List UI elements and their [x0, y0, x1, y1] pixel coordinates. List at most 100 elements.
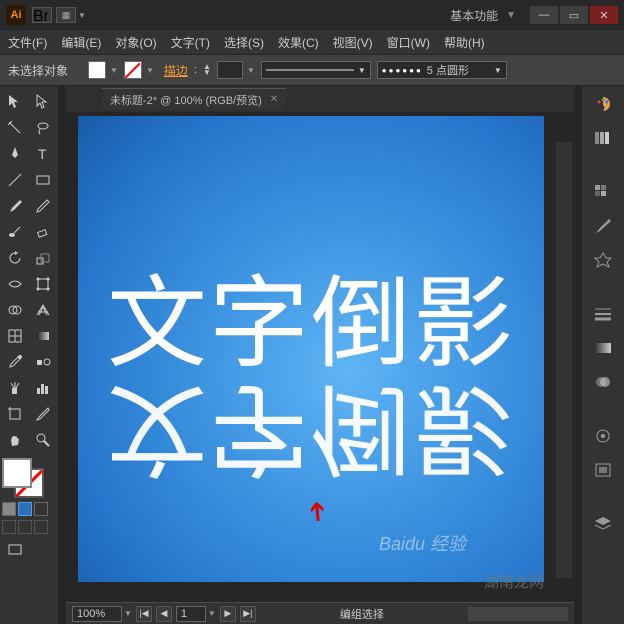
watermark-site: 湖南龙网 [484, 571, 544, 592]
menu-edit[interactable]: 编辑(E) [61, 34, 101, 51]
status-mode: 编组选择 [260, 606, 464, 622]
symbol-sprayer-tool[interactable] [2, 376, 28, 400]
fill-swatch[interactable] [88, 61, 106, 79]
fill-color[interactable] [2, 458, 32, 488]
none-color-mode[interactable] [34, 502, 48, 516]
line-tool[interactable] [2, 168, 28, 192]
symbols-panel-icon[interactable] [589, 248, 617, 272]
close-icon[interactable]: ✕ [270, 94, 278, 105]
artboard-tool[interactable] [2, 402, 28, 426]
brushes-panel-icon[interactable] [589, 214, 617, 238]
color-guide-panel-icon[interactable] [589, 126, 617, 150]
fill-stroke-picker[interactable] [2, 458, 48, 498]
direct-selection-tool[interactable] [30, 90, 56, 114]
gradient-color-mode[interactable] [18, 502, 32, 516]
eraser-tool[interactable] [30, 220, 56, 244]
chevron-down-icon[interactable]: ▼ [124, 609, 132, 618]
last-artboard-button[interactable]: ▶| [240, 606, 256, 622]
maximize-button[interactable]: ▭ [560, 6, 588, 24]
menu-help[interactable]: 帮助(H) [444, 34, 485, 51]
minimize-button[interactable]: — [530, 6, 558, 24]
stroke-weight-input[interactable] [217, 61, 243, 79]
draw-inside[interactable] [34, 520, 48, 534]
menu-object[interactable]: 对象(O) [115, 34, 156, 51]
menu-select[interactable]: 选择(S) [224, 34, 264, 51]
stroke-panel-icon[interactable] [589, 302, 617, 326]
stroke-label[interactable]: 描边 [164, 62, 188, 79]
draw-normal[interactable] [2, 520, 16, 534]
width-tool[interactable] [2, 272, 28, 296]
text-object-main[interactable]: 文字倒影 [78, 274, 544, 374]
menu-window[interactable]: 窗口(W) [387, 34, 430, 51]
normal-color-mode[interactable] [2, 502, 16, 516]
hand-tool[interactable] [2, 428, 28, 452]
next-artboard-button[interactable]: ▶ [220, 606, 236, 622]
close-button[interactable]: ✕ [590, 6, 618, 24]
layers-panel-icon[interactable] [589, 512, 617, 536]
blob-brush-tool[interactable] [2, 220, 28, 244]
magic-wand-tool[interactable] [2, 116, 28, 140]
workspace-switcher[interactable]: 基本功能 [450, 7, 498, 24]
menu-file[interactable]: 文件(F) [8, 34, 47, 51]
prev-artboard-button[interactable]: ◀ [156, 606, 172, 622]
perspective-grid-tool[interactable] [30, 298, 56, 322]
chevron-down-icon[interactable]: ▼ [208, 609, 216, 618]
dropdown-icon: ▼ [78, 11, 86, 20]
panel-handle[interactable] [58, 86, 66, 624]
column-graph-tool[interactable] [30, 376, 56, 400]
canvas-area[interactable]: 文字倒影 文字倒影 ➔ Baidu 经验 湖南龙网 [66, 112, 574, 602]
zoom-input[interactable]: 100% [72, 606, 122, 622]
first-artboard-button[interactable]: |◀ [136, 606, 152, 622]
variable-width-profile-dropdown[interactable]: 5 点圆形▼ [377, 61, 507, 79]
arrange-docs-button[interactable]: ▦ [56, 7, 76, 23]
gradient-panel-icon[interactable] [589, 336, 617, 360]
watermark-baidu: Baidu 经验 [379, 530, 466, 556]
draw-modes [2, 520, 56, 534]
menu-bar: 文件(F) 编辑(E) 对象(O) 文字(T) 选择(S) 效果(C) 视图(V… [0, 30, 624, 54]
menu-type[interactable]: 文字(T) [171, 34, 210, 51]
chevron-down-icon[interactable]: ▼ [110, 66, 118, 75]
vertical-scrollbar[interactable] [556, 142, 572, 578]
chevron-down-icon[interactable]: ▼ [247, 66, 255, 75]
rotate-tool[interactable] [2, 246, 28, 270]
pencil-tool[interactable] [30, 194, 56, 218]
appearance-panel-icon[interactable] [589, 424, 617, 448]
slice-tool[interactable] [30, 402, 56, 426]
transparency-panel-icon[interactable] [589, 370, 617, 394]
graphic-styles-panel-icon[interactable] [589, 458, 617, 482]
paintbrush-tool[interactable] [2, 194, 28, 218]
zoom-tool[interactable] [30, 428, 56, 452]
mesh-tool[interactable] [2, 324, 28, 348]
swatches-panel-icon[interactable] [589, 180, 617, 204]
artboard-input[interactable]: 1 [176, 606, 206, 622]
document-tab[interactable]: 未标题-2* @ 100% (RGB/预览) ✕ [102, 88, 286, 110]
type-tool[interactable]: T [30, 142, 56, 166]
chevron-down-icon[interactable]: ▼ [146, 66, 154, 75]
brush-profile-value: 5 点圆形 [427, 62, 469, 78]
gradient-tool[interactable] [30, 324, 56, 348]
pen-tool[interactable] [2, 142, 28, 166]
lasso-tool[interactable] [30, 116, 56, 140]
screen-mode-button[interactable] [2, 538, 28, 562]
scale-tool[interactable] [30, 246, 56, 270]
brush-definition-dropdown[interactable]: ▼ [261, 61, 371, 79]
menu-effect[interactable]: 效果(C) [278, 34, 319, 51]
eyedropper-tool[interactable] [2, 350, 28, 374]
blend-tool[interactable] [30, 350, 56, 374]
color-panel-icon[interactable] [589, 92, 617, 116]
draw-behind[interactable] [18, 520, 32, 534]
bridge-button[interactable]: Br [32, 7, 52, 23]
free-transform-tool[interactable] [30, 272, 56, 296]
page-value: 1 [181, 608, 187, 620]
stroke-swatch[interactable] [124, 61, 142, 79]
horizontal-scrollbar[interactable] [468, 607, 568, 621]
panel-handle-right[interactable] [574, 86, 582, 624]
menu-view[interactable]: 视图(V) [333, 34, 373, 51]
zoom-value: 100% [77, 608, 105, 620]
control-bar: 未选择对象 ▼ ▼ 描边 : ▲▼ ▼ ▼ 5 点圆形▼ [0, 54, 624, 86]
artboard[interactable]: 文字倒影 文字倒影 ➔ Baidu 经验 [78, 116, 544, 582]
shape-builder-tool[interactable] [2, 298, 28, 322]
rectangle-tool[interactable] [30, 168, 56, 192]
selection-tool[interactable] [2, 90, 28, 114]
text-object-reflection[interactable]: 文字倒影 [78, 378, 544, 478]
